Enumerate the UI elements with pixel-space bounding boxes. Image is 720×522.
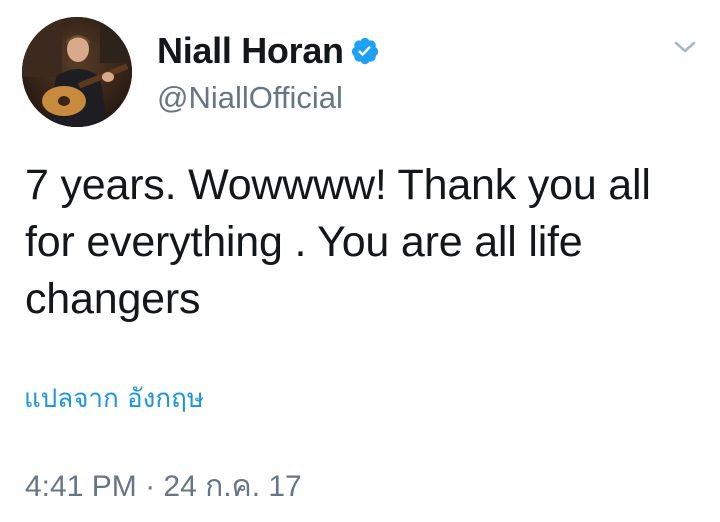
chevron-down-icon[interactable] <box>672 36 698 58</box>
avatar-image <box>22 17 132 127</box>
tweet-text: 7 years. Wowwww! Thank you all for every… <box>25 161 651 323</box>
display-name[interactable]: Niall Horan <box>157 30 344 72</box>
tweet-timestamp[interactable]: 4:41 PM · 24 ก.ค. 17 <box>25 463 302 510</box>
timestamp-date: 24 ก.ค. 17 <box>163 470 302 503</box>
verified-badge-icon <box>350 36 380 66</box>
avatar[interactable] <box>22 17 132 127</box>
tweet-card: Niall Horan @NiallOfficial 7 years. Woww… <box>0 0 720 522</box>
timestamp-time: 4:41 PM <box>25 470 137 503</box>
user-handle[interactable]: @NiallOfficial <box>157 80 343 116</box>
timestamp-separator: · <box>145 470 156 503</box>
user-name-row[interactable]: Niall Horan <box>157 28 380 74</box>
translate-tweet-link[interactable]: แปลจาก อังกฤษ <box>24 378 204 419</box>
